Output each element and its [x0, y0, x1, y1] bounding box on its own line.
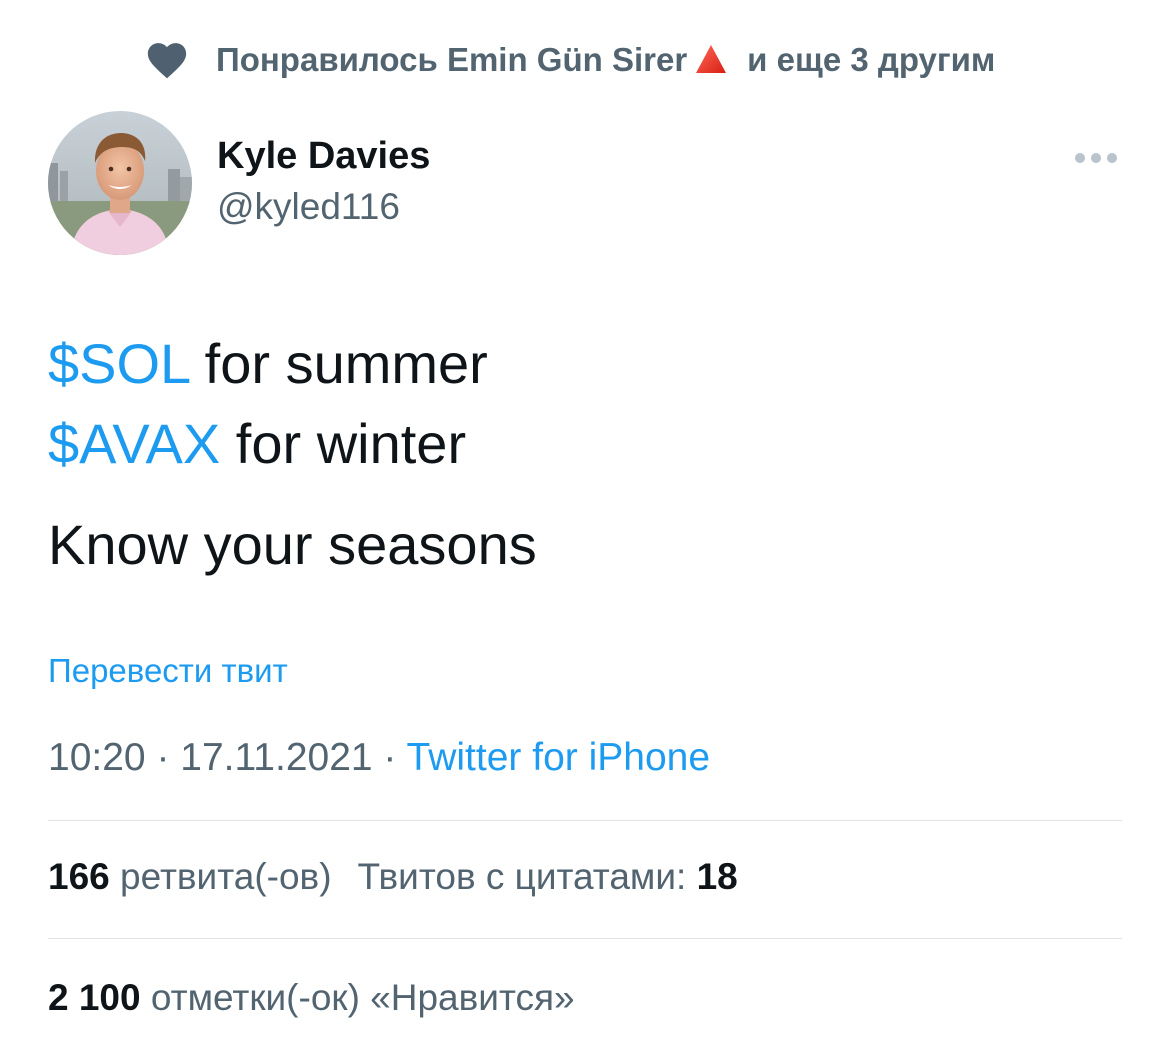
quotes-label: Твитов с цитатами: — [357, 856, 697, 897]
likes-count: 2 100 — [48, 977, 141, 1018]
tweet-time[interactable]: 10:20 — [48, 736, 146, 779]
tweet-line-2-text: for winter — [220, 412, 467, 475]
author-handle[interactable]: @kyled116 — [217, 186, 400, 228]
avatar-photo — [48, 111, 192, 255]
social-context-text: Понравилось Emin Gün Sirer — [216, 41, 688, 78]
tweet-text: $SOL for summer $AVAX for winter Know yo… — [48, 324, 537, 585]
cashtag-sol[interactable]: $SOL — [48, 332, 189, 395]
likes-label: отметки(-ок) «Нравится» — [140, 977, 575, 1018]
red-triangle-icon — [696, 45, 727, 73]
quotes-stat[interactable]: Твитов с цитатами: 18 — [358, 856, 738, 897]
avatar[interactable] — [48, 111, 192, 255]
retweets-label: ретвита(-ов) — [109, 856, 332, 897]
divider — [48, 938, 1122, 939]
tweet-meta: 10:20 · 17.11.2021 · Twitter for iPhone — [48, 736, 710, 780]
social-context-suffix: и еще 3 другим — [747, 41, 996, 78]
heart-icon — [147, 43, 187, 79]
more-options-icon[interactable] — [1068, 140, 1124, 176]
dot — [1107, 153, 1117, 163]
author-name[interactable]: Kyle Davies — [217, 135, 430, 178]
tweet-date[interactable]: 17.11.2021 — [180, 736, 372, 779]
tweet-line-3: Know your seasons — [48, 513, 537, 576]
tweet-line-1-text: for summer — [189, 332, 488, 395]
tweet-source-link[interactable]: Twitter for iPhone — [407, 736, 710, 779]
quotes-count: 18 — [696, 856, 738, 897]
social-context[interactable]: Понравилось Emin Gün Sirer и еще 3 други… — [144, 36, 995, 84]
stats-row-retweets: 166 ретвита(-ов) Твитов с цитатами: 18 — [48, 856, 738, 898]
divider — [48, 820, 1122, 821]
stats-row-likes[interactable]: 2 100 отметки(-ок) «Нравится» — [48, 977, 575, 1019]
translate-tweet-link[interactable]: Перевести твит — [48, 652, 288, 690]
retweets-stat[interactable]: 166 ретвита(-ов) — [48, 856, 332, 897]
tweet-line-1: $SOL for summer — [48, 324, 537, 404]
dot — [1075, 153, 1085, 163]
retweets-count: 166 — [48, 856, 110, 897]
dot — [1091, 153, 1101, 163]
meta-separator: · — [145, 736, 181, 779]
tweet-line-2: $AVAX for winter — [48, 404, 537, 484]
meta-separator: · — [372, 736, 407, 779]
cashtag-avax[interactable]: $AVAX — [48, 412, 220, 475]
